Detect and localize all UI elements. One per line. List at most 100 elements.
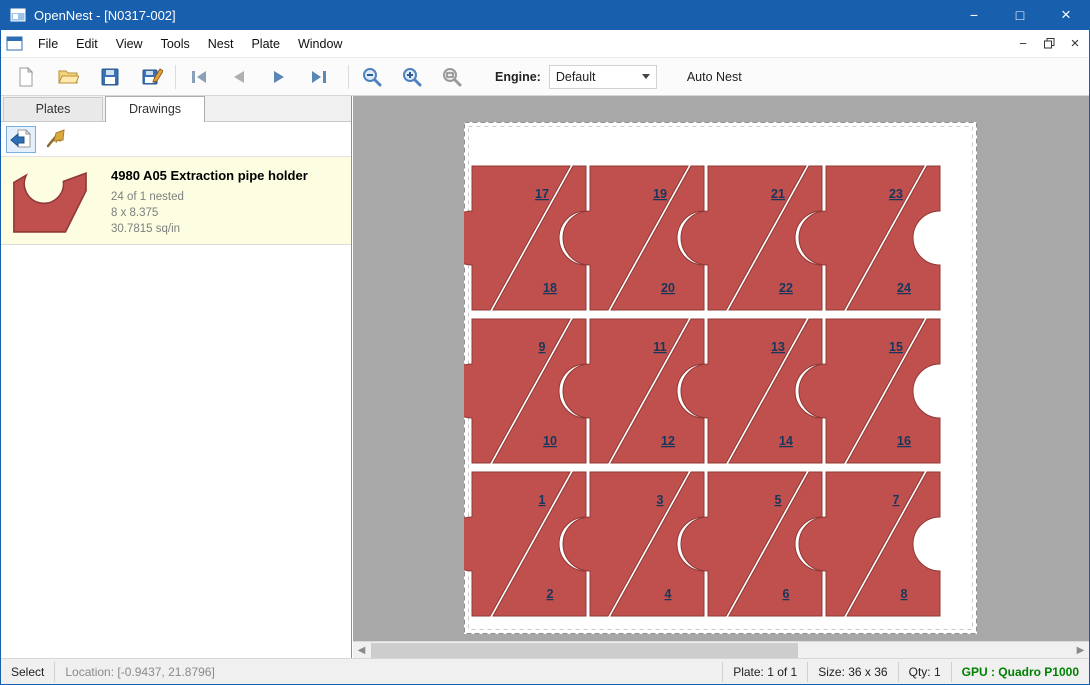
scroll-left-icon[interactable]: ◀ <box>353 642 370 658</box>
open-file-button[interactable] <box>51 61 85 93</box>
save-as-button[interactable] <box>135 61 169 93</box>
save-button[interactable] <box>93 61 127 93</box>
first-arrow-icon <box>190 70 208 84</box>
app-icon <box>10 7 26 23</box>
part-number: 18 <box>543 281 557 295</box>
menu-item-nest[interactable]: Nest <box>199 31 243 57</box>
part-number: 8 <box>901 587 908 601</box>
zoom-fit-button[interactable] <box>435 61 469 93</box>
restore-icon <box>1044 38 1055 49</box>
drawing-nested-count: 24 of 1 nested <box>111 189 308 205</box>
new-page-icon <box>17 67 35 87</box>
status-gpu: GPU : Quadro P1000 <box>952 663 1089 681</box>
part-number: 3 <box>657 493 664 507</box>
save-floppy-icon <box>101 68 119 86</box>
menu-item-plate[interactable]: Plate <box>242 31 289 57</box>
drawing-size: 8 x 8.375 <box>111 205 308 221</box>
last-arrow-icon <box>310 70 328 84</box>
part-number: 22 <box>779 281 793 295</box>
import-drawing-button[interactable] <box>6 126 36 153</box>
menu-item-window[interactable]: Window <box>289 31 351 57</box>
nav-prev-button[interactable] <box>222 61 256 93</box>
part-number: 16 <box>897 434 911 448</box>
part-number: 10 <box>543 434 557 448</box>
window-title: OpenNest - [N0317-002] <box>34 8 951 23</box>
drawing-list-item[interactable]: 4980 A05 Extraction pipe holder 24 of 1 … <box>1 157 351 245</box>
save-as-icon <box>142 67 163 86</box>
h-scrollbar-thumb[interactable] <box>371 643 798 658</box>
part-number: 19 <box>653 187 667 201</box>
drawings-panel: Plates Drawings <box>1 96 352 658</box>
menu-item-tools[interactable]: Tools <box>152 31 199 57</box>
scroll-right-icon[interactable]: ▶ <box>1072 642 1089 658</box>
minimize-button[interactable]: − <box>951 0 997 30</box>
drawing-title: 4980 A05 Extraction pipe holder <box>111 168 308 183</box>
menu-item-file[interactable]: File <box>29 31 67 57</box>
status-plate: Plate: 1 of 1 <box>723 663 807 681</box>
mdi-child-icon <box>6 36 23 51</box>
status-size: Size: 36 x 36 <box>808 663 897 681</box>
part-number: 15 <box>889 340 903 354</box>
plate[interactable]: 171819202122232491011121314151612345678 <box>464 122 977 634</box>
zoom-in-icon <box>402 67 422 87</box>
part-number: 7 <box>893 493 900 507</box>
zoom-in-button[interactable] <box>395 61 429 93</box>
status-qty: Qty: 1 <box>899 663 951 681</box>
part-number: 9 <box>539 340 546 354</box>
part-number: 24 <box>897 281 911 295</box>
zoom-out-button[interactable] <box>355 61 389 93</box>
new-file-button[interactable] <box>9 61 43 93</box>
part-number: 14 <box>779 434 793 448</box>
close-button[interactable]: × <box>1043 0 1089 30</box>
drawing-area: 30.7815 sq/in <box>111 221 308 237</box>
menu-item-edit[interactable]: Edit <box>67 31 107 57</box>
engine-select[interactable]: Default <box>549 65 657 89</box>
statusbar: Select Location: [-0.9437, 21.8796] Plat… <box>1 658 1089 684</box>
chevron-down-icon <box>642 74 650 79</box>
nav-last-button[interactable] <box>302 61 336 93</box>
tab-drawings[interactable]: Drawings <box>105 96 205 122</box>
part-number: 2 <box>547 587 554 601</box>
mdi-restore-button[interactable] <box>1037 33 1061 55</box>
status-mode: Select <box>1 663 54 681</box>
engine-label: Engine: <box>495 70 541 84</box>
part-number: 1 <box>539 493 546 507</box>
prev-arrow-icon <box>230 70 248 84</box>
mdi-minimize-button[interactable]: − <box>1011 33 1035 55</box>
part-number: 5 <box>775 493 782 507</box>
nav-first-button[interactable] <box>182 61 216 93</box>
open-folder-icon <box>58 68 79 85</box>
h-scrollbar[interactable]: ◀ ▶ <box>353 641 1089 658</box>
nesting-canvas[interactable]: 171819202122232491011121314151612345678 … <box>353 96 1089 658</box>
auto-nest-button[interactable]: Auto Nest <box>679 66 750 88</box>
zoom-out-icon <box>362 67 382 87</box>
maximize-button[interactable]: □ <box>997 0 1043 30</box>
app-window: OpenNest - [N0317-002] − □ × File Edit V… <box>0 0 1090 685</box>
main-toolbar: Engine: Default Auto Nest <box>1 57 1089 96</box>
mdi-close-button[interactable]: × <box>1063 33 1087 55</box>
engine-value: Default <box>556 70 642 84</box>
part-number: 11 <box>653 340 666 354</box>
part-thumbnail <box>11 168 91 234</box>
part-number: 4 <box>665 587 672 601</box>
window-titlebar: OpenNest - [N0317-002] − □ × <box>1 0 1089 30</box>
menu-item-view[interactable]: View <box>107 31 152 57</box>
next-arrow-icon <box>270 70 288 84</box>
part-number: 12 <box>661 434 675 448</box>
part-number: 13 <box>771 340 785 354</box>
part-number: 23 <box>889 187 903 201</box>
part-number: 21 <box>771 187 785 201</box>
broom-icon <box>44 129 66 149</box>
clear-drawings-button[interactable] <box>40 126 70 153</box>
panel-tabstrip: Plates Drawings <box>1 96 351 122</box>
menubar: File Edit View Tools Nest Plate Window −… <box>1 30 1089 57</box>
drawings-toolbar <box>1 122 351 157</box>
part-number: 20 <box>661 281 675 295</box>
tab-plates[interactable]: Plates <box>3 97 103 121</box>
part-number: 17 <box>535 187 549 201</box>
nav-next-button[interactable] <box>262 61 296 93</box>
zoom-fit-icon <box>442 67 462 87</box>
import-arrow-icon <box>10 129 32 149</box>
part-number: 6 <box>783 587 790 601</box>
status-location: Location: [-0.9437, 21.8796] <box>55 663 224 681</box>
